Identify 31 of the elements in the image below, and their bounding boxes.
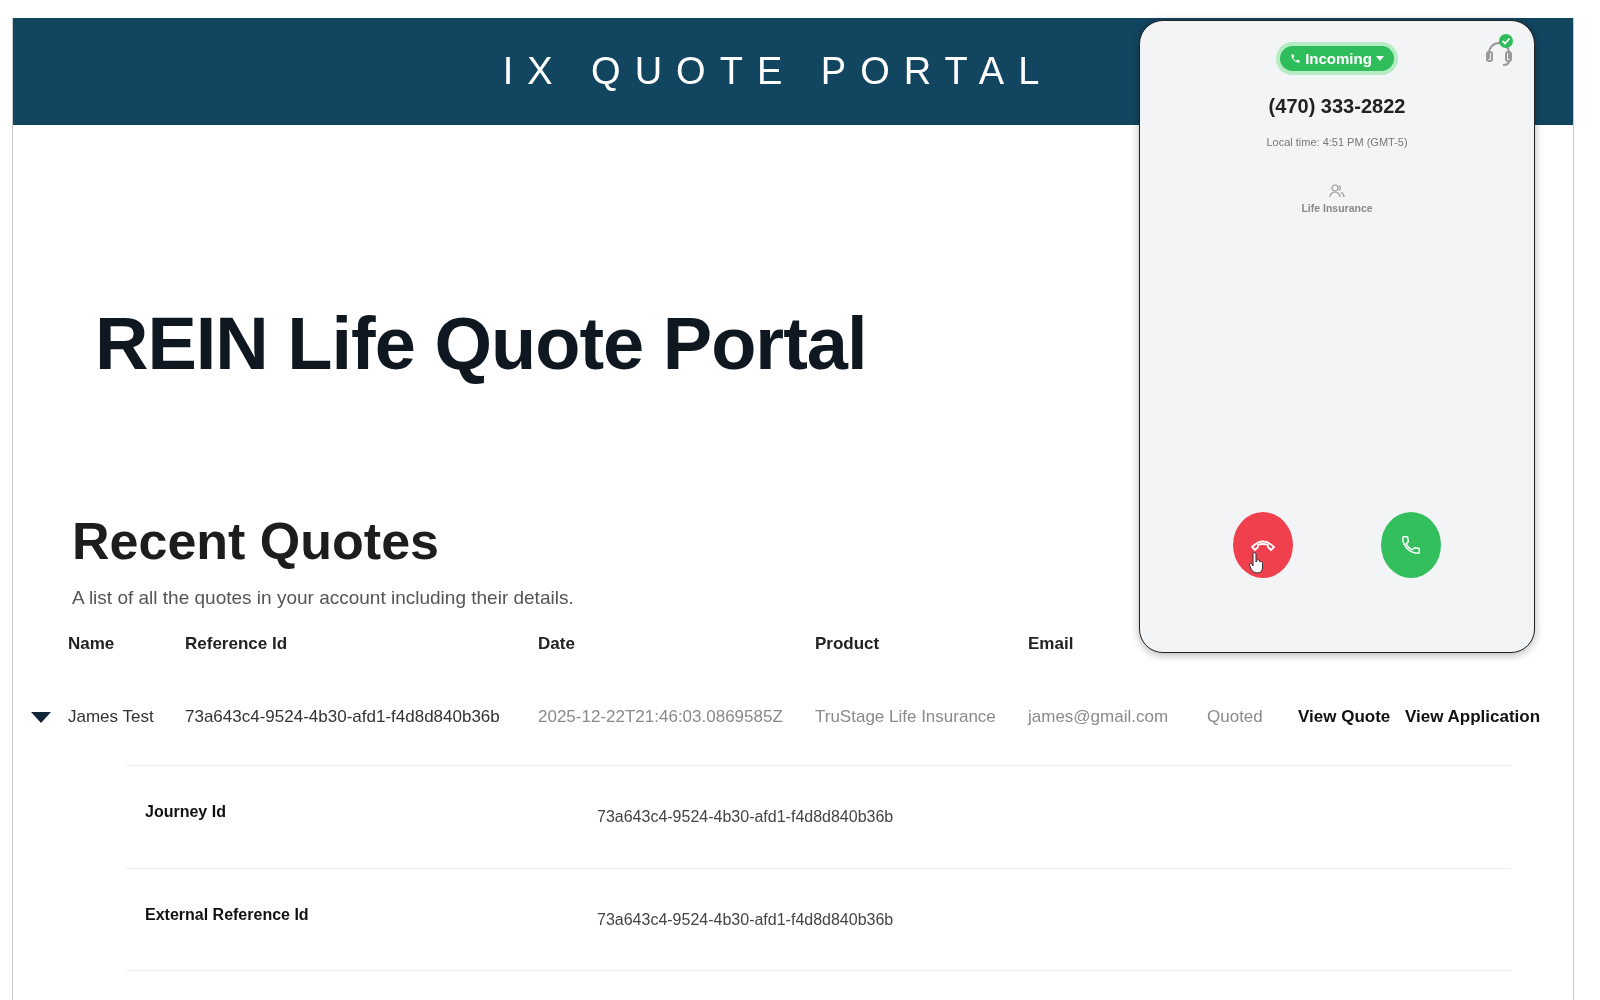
table-cell-text: 2025-12-22T21:46:03.0869585Z — [538, 707, 784, 727]
column-header: Date — [538, 634, 576, 654]
phone-icon — [1400, 534, 1422, 556]
view-quote-link[interactable]: View Quote — [1298, 707, 1405, 727]
queue-label: Life Insurance — [1301, 202, 1373, 214]
table-cell-text: james@gmail.com — [1028, 707, 1170, 727]
phone-number: (470) 333-2822 — [1268, 95, 1406, 118]
column-header: Name — [68, 634, 116, 654]
column-header: Email — [1028, 634, 1075, 654]
people-icon — [1329, 184, 1345, 198]
caret-icon — [1375, 55, 1384, 62]
table-cell-text: TruStage Life Insurance — [815, 707, 997, 727]
column-header: Product — [815, 634, 881, 654]
detail-value: 73a643c4-9524-4b30-afd1-f4d8d840b36b — [597, 808, 895, 826]
view-application-link[interactable]: View Application — [1405, 707, 1545, 727]
table-cell-text: James Test — [68, 707, 155, 727]
column-header: Reference Id — [185, 634, 289, 654]
local-time: Local time: 4:51 PM (GMT-5) — [1266, 136, 1408, 148]
detail-value: 73a643c4-9524-4b30-afd1-f4d8d840b36b — [597, 910, 895, 929]
detail-label: Journey Id — [145, 803, 227, 821]
table-cell-text: 73a643c4-9524-4b30-afd1-f4d8d840b36b — [185, 707, 501, 727]
detail-label: External Reference Id — [145, 905, 310, 924]
headset-icon[interactable] — [1484, 33, 1514, 69]
portal-title: IX QUOTE PORTAL — [502, 50, 1054, 93]
hang-up-icon — [1250, 538, 1276, 552]
section-description: A list of all the quotes in your account including their details. — [72, 587, 574, 609]
caret-icon[interactable] — [31, 711, 51, 723]
table-cell-text: Quoted — [1207, 707, 1264, 727]
cursor-icon — [1249, 552, 1263, 574]
phone-icon — [1290, 53, 1302, 64]
section-title: Recent Quotes — [72, 515, 439, 567]
